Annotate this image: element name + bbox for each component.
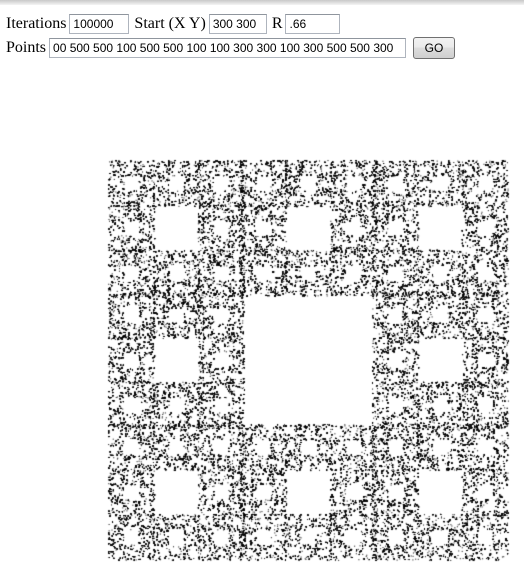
points-input[interactable] [49,38,407,58]
points-label: Points [6,39,47,56]
go-button[interactable]: GO [413,37,456,59]
controls-row-2: Points GO [6,37,456,59]
fractal-canvas [0,0,524,572]
r-input[interactable] [285,14,341,34]
iterations-label: Iterations [6,15,67,32]
controls-row-1: Iterations Start (X Y) R [6,13,345,35]
start-label: Start (X Y) [134,15,206,32]
start-input[interactable] [208,14,267,34]
r-label: R [271,15,283,32]
iterations-input[interactable] [69,14,130,34]
